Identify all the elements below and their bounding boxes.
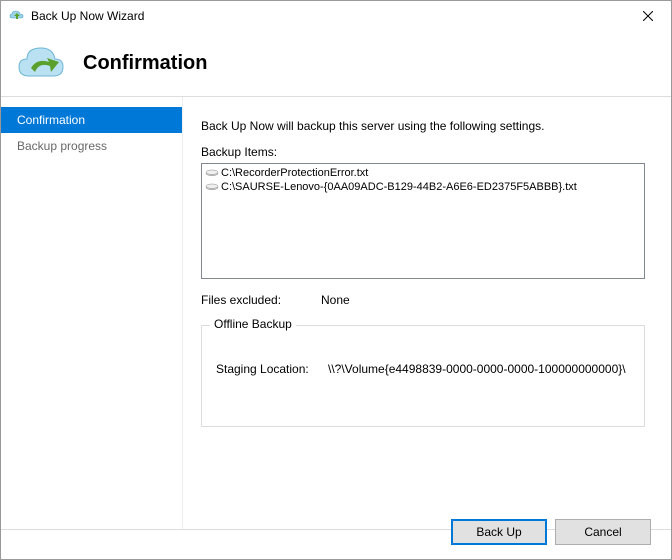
offline-backup-group: Offline Backup Staging Location: \\?\Vol… — [201, 325, 645, 427]
backup-items-list[interactable]: C:\RecorderProtectionError.txt C:\SAURSE… — [201, 163, 645, 279]
staging-value: \\?\Volume{e4498839-0000-0000-0000-10000… — [328, 362, 626, 376]
cancel-button[interactable]: Cancel — [555, 519, 651, 545]
button-bar: Back Up Cancel — [451, 519, 651, 545]
sidebar-item-backup-progress[interactable]: Backup progress — [1, 133, 182, 159]
main-panel: Back Up Now will backup this server usin… — [183, 97, 671, 529]
files-excluded-row: Files excluded: None — [201, 293, 645, 307]
page-title: Confirmation — [83, 52, 207, 75]
app-icon — [9, 8, 25, 24]
file-icon — [205, 168, 219, 179]
intro-text: Back Up Now will backup this server usin… — [201, 119, 645, 133]
backup-items-label: Backup Items: — [201, 145, 645, 159]
list-item-text: C:\RecorderProtectionError.txt — [221, 166, 368, 180]
list-item-text: C:\SAURSE-Lenovo-{0AA09ADC-B129-44B2-A6E… — [221, 180, 577, 194]
files-excluded-label: Files excluded: — [201, 293, 321, 307]
wizard-header: Confirmation — [1, 31, 671, 97]
list-item[interactable]: C:\RecorderProtectionError.txt — [204, 166, 642, 180]
titlebar: Back Up Now Wizard — [1, 1, 671, 31]
file-icon — [205, 182, 219, 193]
sidebar-item-label: Confirmation — [17, 113, 85, 127]
staging-label: Staging Location: — [216, 362, 328, 376]
button-label: Cancel — [584, 525, 621, 539]
offline-backup-legend: Offline Backup — [210, 317, 296, 331]
back-up-button[interactable]: Back Up — [451, 519, 547, 545]
cloud-backup-icon — [17, 44, 65, 84]
close-icon — [643, 11, 653, 21]
sidebar-item-label: Backup progress — [17, 139, 107, 153]
window-title: Back Up Now Wizard — [31, 9, 625, 23]
close-button[interactable] — [625, 1, 671, 31]
content-area: Confirmation Backup progress Back Up Now… — [1, 97, 671, 529]
sidebar-item-confirmation[interactable]: Confirmation — [1, 107, 182, 133]
staging-row: Staging Location: \\?\Volume{e4498839-00… — [216, 362, 630, 376]
files-excluded-value: None — [321, 293, 350, 307]
list-item[interactable]: C:\SAURSE-Lenovo-{0AA09ADC-B129-44B2-A6E… — [204, 180, 642, 194]
button-label: Back Up — [476, 525, 521, 539]
wizard-steps-sidebar: Confirmation Backup progress — [1, 97, 183, 529]
